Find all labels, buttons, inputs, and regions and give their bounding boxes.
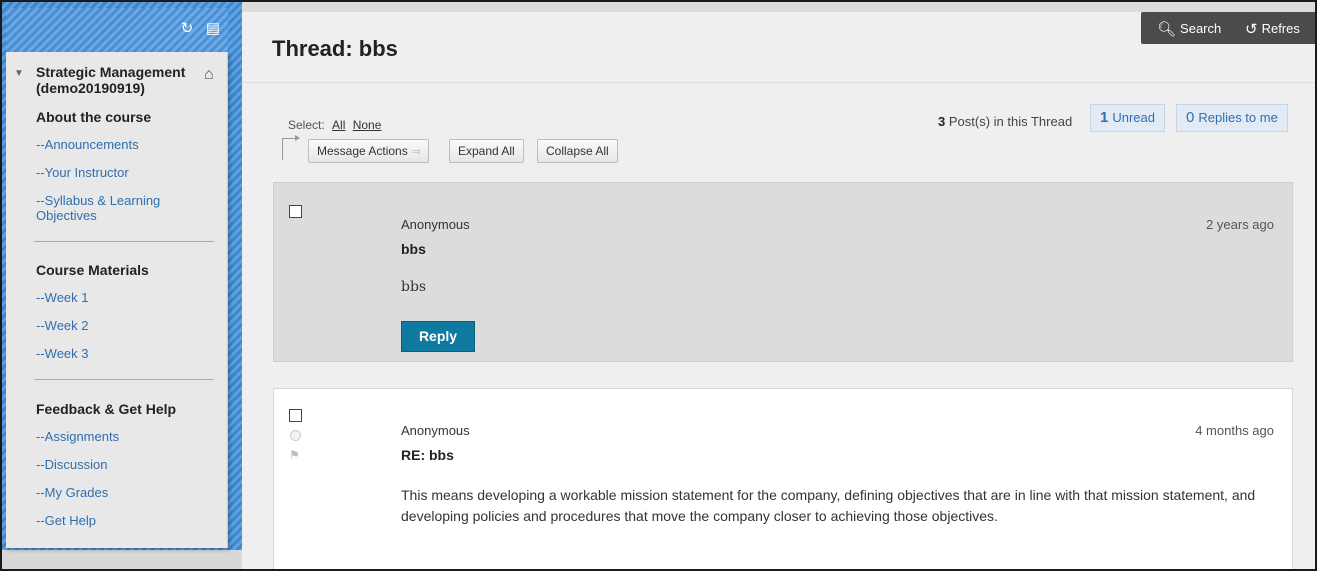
unread-count: 1 (1100, 109, 1109, 126)
page-title: Thread: bbs (272, 36, 398, 61)
replies-label: Replies to me (1198, 110, 1278, 125)
refresh-button[interactable]: ↺ Refres (1245, 20, 1300, 38)
refresh-arrow-icon: ↺ (1245, 21, 1258, 38)
post-author: Anonymous (401, 217, 470, 232)
sidebar-item-get-help[interactable]: --Get Help (36, 513, 211, 528)
post-time: 4 months ago (1195, 423, 1274, 438)
post-checkbox[interactable] (289, 409, 302, 422)
expand-all-button[interactable]: Expand All (449, 139, 524, 163)
post-item: Anonymous 2 years ago bbs bbs Reply (273, 182, 1293, 362)
reply-button[interactable]: Reply (401, 321, 475, 352)
collapse-all-button[interactable]: Collapse All (537, 139, 618, 163)
sidebar-item-week-1[interactable]: --Week 1 (36, 290, 211, 305)
select-none-link[interactable]: None (353, 118, 382, 132)
select-all-link[interactable]: All (332, 118, 345, 132)
title-divider (242, 82, 1315, 83)
page-toolbar: 🔍︎ Search ↺ Refres (1141, 12, 1315, 44)
course-title[interactable]: Strategic Management (demo20190919) (36, 64, 196, 96)
top-band (242, 2, 1315, 12)
section-about-course[interactable]: About the course (36, 109, 151, 125)
select-label: Select: (288, 118, 325, 132)
post-subject: bbs (401, 241, 426, 257)
post-count: 3 Post(s) in this Thread (938, 114, 1072, 129)
sidebar-toolbar: ↻ ▤ (6, 8, 228, 52)
course-menu: ▼ Strategic Management (demo20190919) ⌂ … (6, 52, 228, 548)
unread-label: Unread (1112, 110, 1155, 125)
collapse-triangle-icon[interactable]: ▼ (14, 68, 24, 79)
folder-icon[interactable]: ▤ (204, 20, 222, 38)
refresh-icon[interactable]: ↻ (178, 20, 196, 38)
section-course-materials[interactable]: Course Materials (36, 262, 149, 278)
sidebar-item-my-grades[interactable]: --My Grades (36, 485, 211, 500)
sidebar-item-announcements[interactable]: --Announcements (36, 137, 211, 152)
section-feedback-help[interactable]: Feedback & Get Help (36, 401, 176, 417)
post-count-number: 3 (938, 114, 946, 129)
message-actions-button[interactable]: Message Actions ⫤ (308, 139, 430, 163)
post-time: 2 years ago (1206, 217, 1274, 232)
unread-filter[interactable]: 1 Unread (1090, 104, 1165, 132)
post-count-label: Post(s) in this Thread (948, 114, 1073, 129)
post-checkbox[interactable] (289, 205, 302, 218)
post-body: bbs (401, 279, 427, 295)
status-circle-icon (290, 430, 301, 441)
sidebar-item-discussion[interactable]: --Discussion (36, 457, 211, 472)
search-icon: 🔍︎ (1157, 21, 1177, 38)
selection-arrow (282, 135, 300, 160)
sidebar-item-syllabus[interactable]: --Syllabus & Learning Objectives (36, 193, 196, 223)
post-item: ⚑ Anonymous 4 months ago RE: bbs This me… (273, 388, 1293, 571)
sidebar-divider (34, 379, 214, 380)
flag-icon[interactable]: ⚑ (289, 448, 300, 462)
sidebar-bottom-strip (2, 550, 242, 569)
sidebar-item-assignments[interactable]: --Assignments (36, 429, 211, 444)
home-icon[interactable]: ⌂ (204, 66, 214, 84)
select-controls: Select: All None (288, 118, 381, 132)
post-body: This means developing a workable mission… (401, 487, 1256, 524)
chevron-down-icon: ⫤ (411, 146, 421, 158)
sidebar-item-your-instructor[interactable]: --Your Instructor (36, 165, 211, 180)
post-subject: RE: bbs (401, 447, 454, 463)
main-content: 🔍︎ Search ↺ Refres Thread: bbs Select: All… (242, 2, 1315, 571)
course-header: ▼ Strategic Management (demo20190919) ⌂ (6, 64, 228, 104)
message-actions-label: Message Actions (317, 144, 408, 158)
sidebar-divider (34, 241, 214, 242)
sidebar-item-week-2[interactable]: --Week 2 (36, 318, 211, 333)
sidebar-item-week-3[interactable]: --Week 3 (36, 346, 211, 361)
refresh-label: Refres (1261, 21, 1300, 36)
replies-count: 0 (1186, 109, 1195, 126)
search-label: Search (1180, 21, 1222, 36)
post-author: Anonymous (401, 423, 470, 438)
search-button[interactable]: 🔍︎ Search (1157, 20, 1221, 38)
replies-to-me-filter[interactable]: 0 Replies to me (1176, 104, 1288, 132)
